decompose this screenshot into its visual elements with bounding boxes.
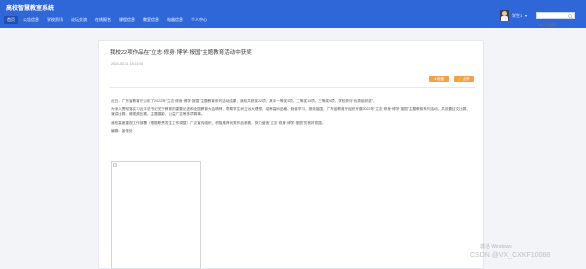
nav-item[interactable]: 论坛交流 [68, 16, 90, 24]
article-title: 我校22项作品在“立志·修身·博学·报国”主题教育活动中获奖 [110, 50, 252, 56]
nav-item[interactable]: 学校资讯 [44, 16, 66, 24]
nav-item[interactable]: 公告信息 [20, 16, 42, 24]
nav-item[interactable]: 课程信息 [116, 16, 138, 24]
nav-item[interactable]: 在线报名 [92, 16, 114, 24]
like-button[interactable]: 👍点赞 [454, 76, 474, 82]
avatar-shirt [501, 16, 508, 21]
article-panel: 我校22项作品在“立志·修身·博学·报国”主题教育活动中获奖 2024-03-1… [98, 40, 484, 269]
paragraph-3: 我校高度重视工作部署（根据职责发生工作调整）广泛宣传组织，积极推荐优秀作品参赛，… [111, 120, 326, 125]
nav-item[interactable]: 电器信息 [164, 16, 186, 24]
paragraph-1: 近日，广东省教育厅公布了2022年“立志·修身·博学·报国”主题教育系列活动结果… [111, 99, 377, 103]
nav-item[interactable]: 首页 [4, 16, 18, 24]
title-divider [110, 87, 475, 88]
broken-image-icon [113, 163, 117, 167]
main-navigation: 首页 公告信息 学校资讯 论坛交流 在线报名 课程信息 教室信息 电器信息 个人中心 [4, 16, 210, 24]
article-date: 2024-03-11 15:21:00 [111, 62, 144, 66]
article-content: 近日，广东省教育厅公布了2022年“立志·修身·博学·报国”主题教育系列活动结果… [111, 99, 471, 137]
article-image-placeholder [111, 161, 201, 268]
user-name[interactable]: 学生1 [512, 13, 522, 19]
paragraph-4: 编辑：宣传处 [111, 128, 133, 133]
top-navigation-bar: 高校智慧教室系统 首页 公告信息 学校资讯 论坛交流 在线报名 课程信息 教室信息 电器信息个… [0, 0, 586, 28]
nav-item[interactable]: 个人中心 [188, 16, 210, 24]
windows-activation-watermark: 激活 Windows [480, 244, 512, 250]
search-input[interactable] [537, 22, 571, 28]
chevron-down-icon[interactable]: ▾ [525, 13, 527, 18]
source-watermark: CSDN @VX_CXKF10088 [470, 252, 551, 259]
site-title: 高校智慧教室系统 [6, 6, 55, 12]
user-avatar[interactable] [500, 10, 509, 21]
search-box [536, 12, 575, 28]
paragraph-2: 为深入贯彻落实习近平总书记关于教育的重要论述和全国教育大会精神，帮助学生树立远大… [111, 107, 470, 117]
nav-item[interactable]: 教室信息 [140, 16, 162, 24]
collect-button[interactable]: ★收藏 [429, 76, 449, 82]
search-icon[interactable] [568, 13, 573, 19]
